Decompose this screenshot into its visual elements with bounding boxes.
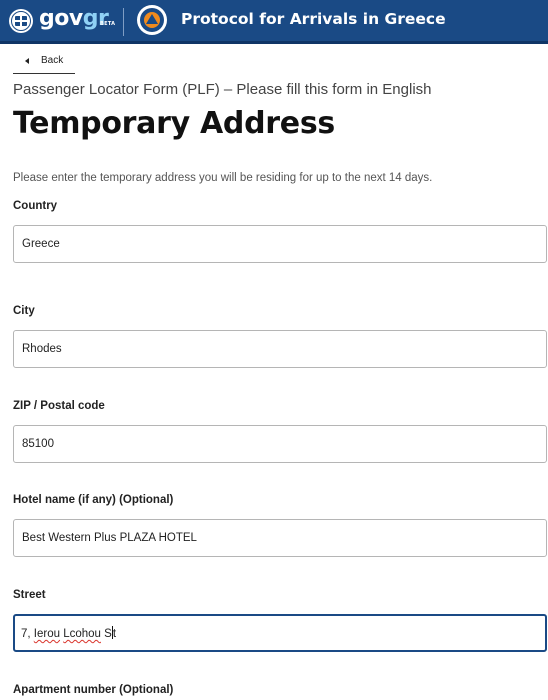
city-label: City	[13, 305, 35, 317]
top-header-bar: govgr BETA Protocol for Arrivals in Gree…	[0, 0, 548, 44]
govgr-logo[interactable]: govgr	[39, 6, 109, 32]
street-label: Street	[13, 589, 46, 601]
greek-coat-of-arms-icon	[9, 9, 33, 33]
country-input[interactable]	[13, 225, 547, 263]
back-link[interactable]: Back	[13, 52, 75, 74]
zip-label: ZIP / Postal code	[13, 400, 105, 412]
city-input[interactable]	[13, 330, 547, 368]
hotel-input[interactable]	[13, 519, 547, 557]
hotel-label: Hotel name (if any) (Optional)	[13, 494, 174, 506]
apartment-label: Apartment number (Optional)	[13, 684, 174, 696]
street-input[interactable]	[13, 614, 547, 652]
page-title: Temporary Address	[13, 106, 335, 141]
beta-badge: BETA	[100, 21, 116, 27]
form-instructions: Please enter the temporary address you w…	[13, 172, 433, 184]
form-subtitle: Passenger Locator Form (PLF) – Please fi…	[13, 81, 432, 98]
civil-protection-emblem-icon	[137, 5, 167, 35]
header-divider	[123, 8, 124, 36]
back-label: Back	[41, 55, 64, 66]
zip-input[interactable]	[13, 425, 547, 463]
page-header-title: Protocol for Arrivals in Greece	[181, 10, 446, 28]
back-arrow-icon	[25, 58, 29, 64]
country-label: Country	[13, 200, 58, 212]
